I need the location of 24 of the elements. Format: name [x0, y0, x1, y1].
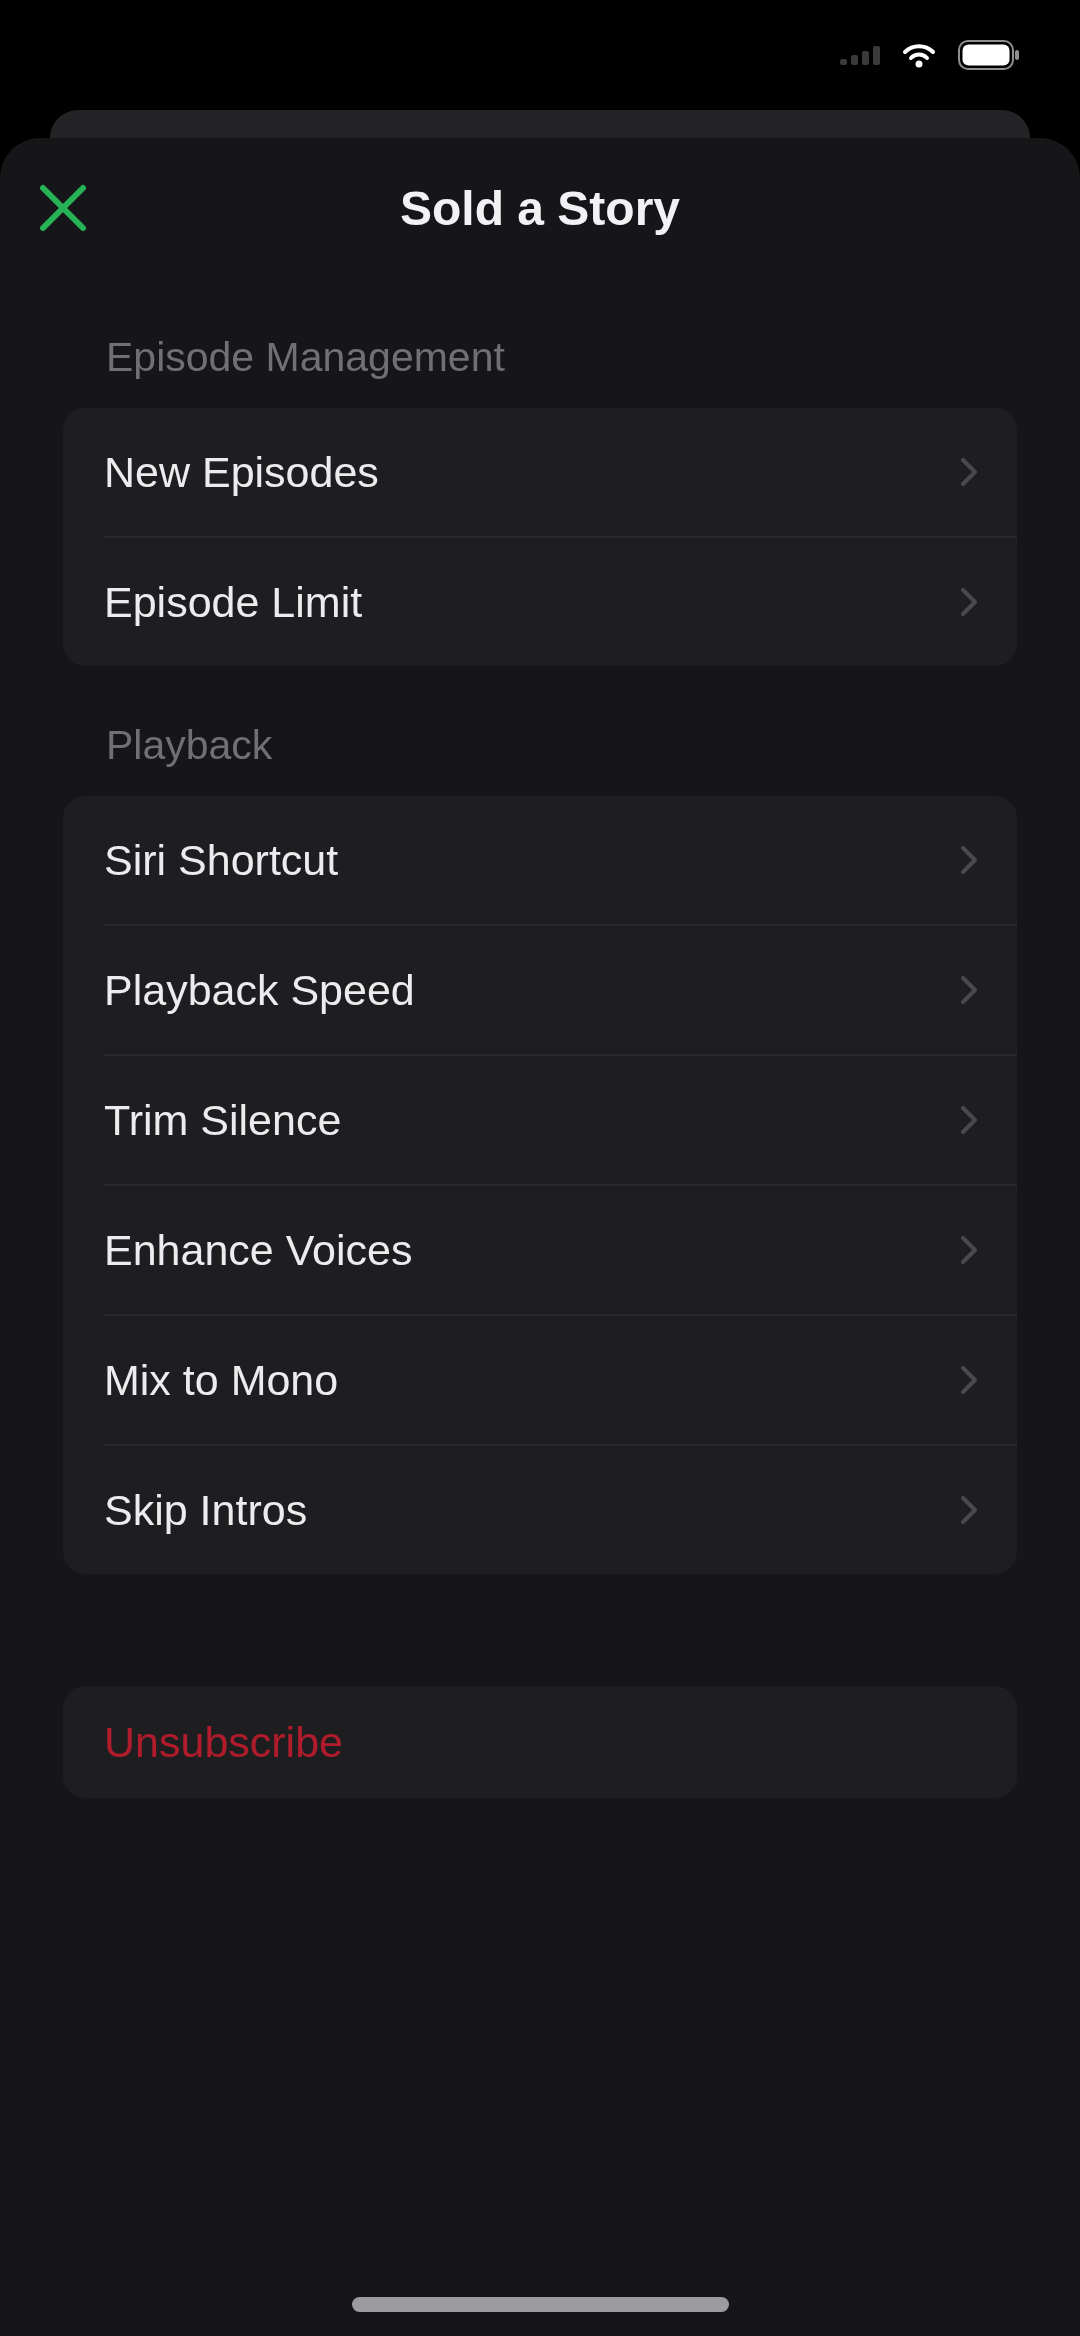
- chevron-icon: [961, 976, 977, 1004]
- settings-row[interactable]: Playback Speed: [63, 926, 1017, 1054]
- section-header: Playback: [106, 721, 274, 769]
- settings-row[interactable]: New Episodes: [63, 408, 1017, 536]
- chevron-icon: [961, 458, 977, 486]
- close-button[interactable]: [38, 183, 88, 233]
- close-icon: [38, 183, 88, 233]
- chevron-icon: [961, 1106, 977, 1134]
- chevron-icon: [961, 1366, 977, 1394]
- settings-row[interactable]: Mix to Mono: [63, 1316, 1017, 1444]
- settings-row[interactable]: Episode Limit: [63, 538, 1017, 666]
- settings-row[interactable]: Enhance Voices: [63, 1186, 1017, 1314]
- sheet-title: Sold a Story: [399, 180, 681, 236]
- section-header: Episode Management: [106, 333, 506, 381]
- settings-row[interactable]: Siri Shortcut: [63, 796, 1017, 924]
- chevron-icon: [961, 1496, 977, 1524]
- battery-icon: [958, 40, 1020, 70]
- chevron-icon: [961, 1236, 977, 1264]
- wifi-icon: [902, 42, 936, 68]
- signal-icon: [840, 45, 880, 65]
- settings-row[interactable]: Trim Silence: [63, 1056, 1017, 1184]
- chevron-icon: [961, 588, 977, 616]
- chevron-icon: [961, 846, 977, 874]
- settings-row[interactable]: Skip Intros: [63, 1446, 1017, 1574]
